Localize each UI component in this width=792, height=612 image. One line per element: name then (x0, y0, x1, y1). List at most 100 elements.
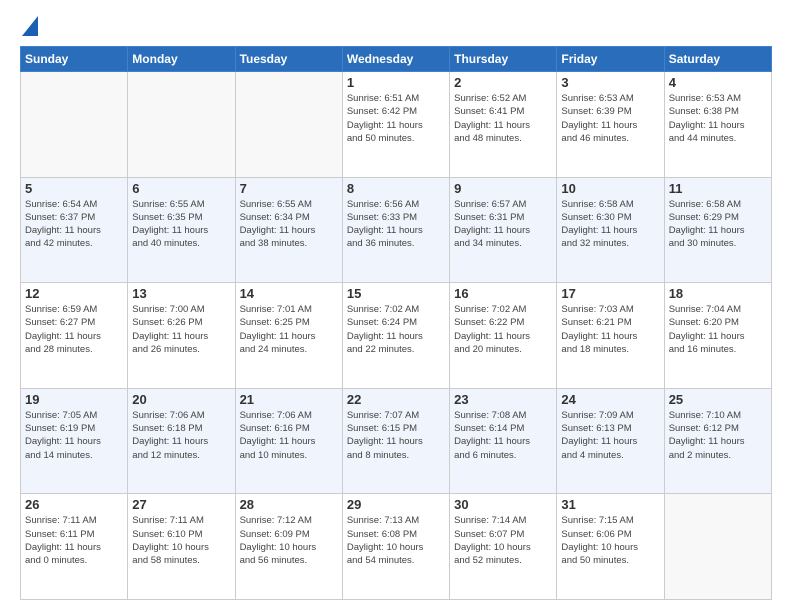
calendar-cell: 13 Sunrise: 7:00 AM Sunset: 6:26 PM Dayli… (128, 283, 235, 389)
day-info: Sunrise: 6:53 AM Sunset: 6:38 PM Dayligh… (669, 92, 767, 145)
calendar-cell: 9Sunrise: 6:57 AM Sunset: 6:31 PM Daylig… (450, 177, 557, 283)
calendar-table: SundayMondayTuesdayWednesdayThursdayFrid… (20, 46, 772, 600)
day-number: 23 (454, 392, 552, 407)
calendar-cell: 24 Sunrise: 7:09 AM Sunset: 6:13 PM Dayli… (557, 388, 664, 494)
day-info: Sunrise: 6:52 AM Sunset: 6:41 PM Dayligh… (454, 92, 552, 145)
day-number: 10 (561, 181, 659, 196)
calendar-cell: 16 Sunrise: 7:02 AM Sunset: 6:22 PM Dayli… (450, 283, 557, 389)
day-number: 9 (454, 181, 552, 196)
day-info: Sunrise: 7:03 AM Sunset: 6:21 PM Dayligh… (561, 303, 659, 356)
day-info: Sunrise: 7:14 AM Sunset: 6:07 PM Dayligh… (454, 514, 552, 567)
calendar-cell: 8 Sunrise: 6:56 AM Sunset: 6:33 PM Daylig… (342, 177, 449, 283)
calendar-cell: 5 Sunrise: 6:54 AM Sunset: 6:37 PM Daylig… (21, 177, 128, 283)
calendar-cell: 23 Sunrise: 7:08 AM Sunset: 6:14 PM Dayli… (450, 388, 557, 494)
day-info: Sunrise: 6:51 AM Sunset: 6:42 PM Dayligh… (347, 92, 445, 145)
day-number: 11 (669, 181, 767, 196)
day-number: 19 (25, 392, 123, 407)
weekday-header-monday: Monday (128, 47, 235, 72)
calendar-cell: 4 Sunrise: 6:53 AM Sunset: 6:38 PM Daylig… (664, 72, 771, 178)
day-info: Sunrise: 7:12 AM Sunset: 6:09 PM Dayligh… (240, 514, 338, 567)
day-number: 18 (669, 286, 767, 301)
day-info: Sunrise: 7:08 AM Sunset: 6:14 PM Dayligh… (454, 409, 552, 462)
calendar-cell: 26 Sunrise: 7:11 AM Sunset: 6:11 PM Dayli… (21, 494, 128, 600)
weekday-header-sunday: Sunday (21, 47, 128, 72)
day-info: Sunrise: 7:10 AM Sunset: 6:12 PM Dayligh… (669, 409, 767, 462)
calendar-cell: 29Sunrise: 7:13 AM Sunset: 6:08 PM Dayli… (342, 494, 449, 600)
day-number: 1 (347, 75, 445, 90)
logo-arrow-icon (22, 16, 38, 36)
calendar-cell: 19 Sunrise: 7:05 AM Sunset: 6:19 PM Dayli… (21, 388, 128, 494)
calendar-cell: 17 Sunrise: 7:03 AM Sunset: 6:21 PM Dayli… (557, 283, 664, 389)
weekday-header-row: SundayMondayTuesdayWednesdayThursdayFrid… (21, 47, 772, 72)
day-number: 25 (669, 392, 767, 407)
day-info: Sunrise: 6:55 AM Sunset: 6:34 PM Dayligh… (240, 198, 338, 251)
weekday-header-saturday: Saturday (664, 47, 771, 72)
calendar-cell: 21 Sunrise: 7:06 AM Sunset: 6:16 PM Dayli… (235, 388, 342, 494)
calendar-row-1: 5 Sunrise: 6:54 AM Sunset: 6:37 PM Daylig… (21, 177, 772, 283)
weekday-header-wednesday: Wednesday (342, 47, 449, 72)
calendar-cell: 3 Sunrise: 6:53 AM Sunset: 6:39 PM Daylig… (557, 72, 664, 178)
calendar-cell: 6Sunrise: 6:55 AM Sunset: 6:35 PM Daylig… (128, 177, 235, 283)
day-info: Sunrise: 7:01 AM Sunset: 6:25 PM Dayligh… (240, 303, 338, 356)
calendar-cell: 18 Sunrise: 7:04 AM Sunset: 6:20 PM Dayli… (664, 283, 771, 389)
day-info: Sunrise: 7:11 AM Sunset: 6:11 PM Dayligh… (25, 514, 123, 567)
day-info: Sunrise: 7:02 AM Sunset: 6:24 PM Dayligh… (347, 303, 445, 356)
calendar-cell: 1 Sunrise: 6:51 AM Sunset: 6:42 PM Daylig… (342, 72, 449, 178)
calendar-cell: 22Sunrise: 7:07 AM Sunset: 6:15 PM Dayli… (342, 388, 449, 494)
day-info: Sunrise: 7:11 AM Sunset: 6:10 PM Dayligh… (132, 514, 230, 567)
calendar-cell: 31Sunrise: 7:15 AM Sunset: 6:06 PM Dayli… (557, 494, 664, 600)
day-info: Sunrise: 6:56 AM Sunset: 6:33 PM Dayligh… (347, 198, 445, 251)
calendar-cell: 20Sunrise: 7:06 AM Sunset: 6:18 PM Dayli… (128, 388, 235, 494)
header (20, 16, 772, 36)
logo (20, 16, 38, 36)
day-number: 5 (25, 181, 123, 196)
calendar-cell: 30Sunrise: 7:14 AM Sunset: 6:07 PM Dayli… (450, 494, 557, 600)
day-number: 7 (240, 181, 338, 196)
day-info: Sunrise: 6:58 AM Sunset: 6:29 PM Dayligh… (669, 198, 767, 251)
day-number: 4 (669, 75, 767, 90)
day-info: Sunrise: 6:54 AM Sunset: 6:37 PM Dayligh… (25, 198, 123, 251)
weekday-header-friday: Friday (557, 47, 664, 72)
day-info: Sunrise: 7:09 AM Sunset: 6:13 PM Dayligh… (561, 409, 659, 462)
weekday-header-tuesday: Tuesday (235, 47, 342, 72)
day-info: Sunrise: 7:06 AM Sunset: 6:18 PM Dayligh… (132, 409, 230, 462)
calendar-cell: 12Sunrise: 6:59 AM Sunset: 6:27 PM Dayli… (21, 283, 128, 389)
day-number: 21 (240, 392, 338, 407)
day-info: Sunrise: 7:06 AM Sunset: 6:16 PM Dayligh… (240, 409, 338, 462)
calendar-cell: 25 Sunrise: 7:10 AM Sunset: 6:12 PM Dayli… (664, 388, 771, 494)
day-info: Sunrise: 6:53 AM Sunset: 6:39 PM Dayligh… (561, 92, 659, 145)
day-info: Sunrise: 7:13 AM Sunset: 6:08 PM Dayligh… (347, 514, 445, 567)
day-number: 31 (561, 497, 659, 512)
day-number: 27 (132, 497, 230, 512)
day-number: 24 (561, 392, 659, 407)
calendar-cell: 14 Sunrise: 7:01 AM Sunset: 6:25 PM Dayli… (235, 283, 342, 389)
day-number: 14 (240, 286, 338, 301)
calendar-row-2: 12Sunrise: 6:59 AM Sunset: 6:27 PM Dayli… (21, 283, 772, 389)
calendar-cell (235, 72, 342, 178)
calendar-cell: 10 Sunrise: 6:58 AM Sunset: 6:30 PM Dayli… (557, 177, 664, 283)
day-info: Sunrise: 6:55 AM Sunset: 6:35 PM Dayligh… (132, 198, 230, 251)
calendar-cell (21, 72, 128, 178)
weekday-header-thursday: Thursday (450, 47, 557, 72)
calendar-cell (664, 494, 771, 600)
day-number: 17 (561, 286, 659, 301)
day-info: Sunrise: 7:04 AM Sunset: 6:20 PM Dayligh… (669, 303, 767, 356)
calendar-cell: 28 Sunrise: 7:12 AM Sunset: 6:09 PM Dayli… (235, 494, 342, 600)
day-info: Sunrise: 7:02 AM Sunset: 6:22 PM Dayligh… (454, 303, 552, 356)
day-number: 13 (132, 286, 230, 301)
day-info: Sunrise: 7:07 AM Sunset: 6:15 PM Dayligh… (347, 409, 445, 462)
day-number: 16 (454, 286, 552, 301)
day-number: 3 (561, 75, 659, 90)
calendar-row-0: 1 Sunrise: 6:51 AM Sunset: 6:42 PM Daylig… (21, 72, 772, 178)
day-info: Sunrise: 7:00 AM Sunset: 6:26 PM Dayligh… (132, 303, 230, 356)
day-number: 28 (240, 497, 338, 512)
calendar-row-3: 19 Sunrise: 7:05 AM Sunset: 6:19 PM Dayli… (21, 388, 772, 494)
day-number: 8 (347, 181, 445, 196)
day-number: 26 (25, 497, 123, 512)
day-info: Sunrise: 7:05 AM Sunset: 6:19 PM Dayligh… (25, 409, 123, 462)
day-info: Sunrise: 6:59 AM Sunset: 6:27 PM Dayligh… (25, 303, 123, 356)
day-info: Sunrise: 6:58 AM Sunset: 6:30 PM Dayligh… (561, 198, 659, 251)
day-number: 15 (347, 286, 445, 301)
calendar-cell: 11 Sunrise: 6:58 AM Sunset: 6:29 PM Dayli… (664, 177, 771, 283)
calendar-cell: 15 Sunrise: 7:02 AM Sunset: 6:24 PM Dayli… (342, 283, 449, 389)
